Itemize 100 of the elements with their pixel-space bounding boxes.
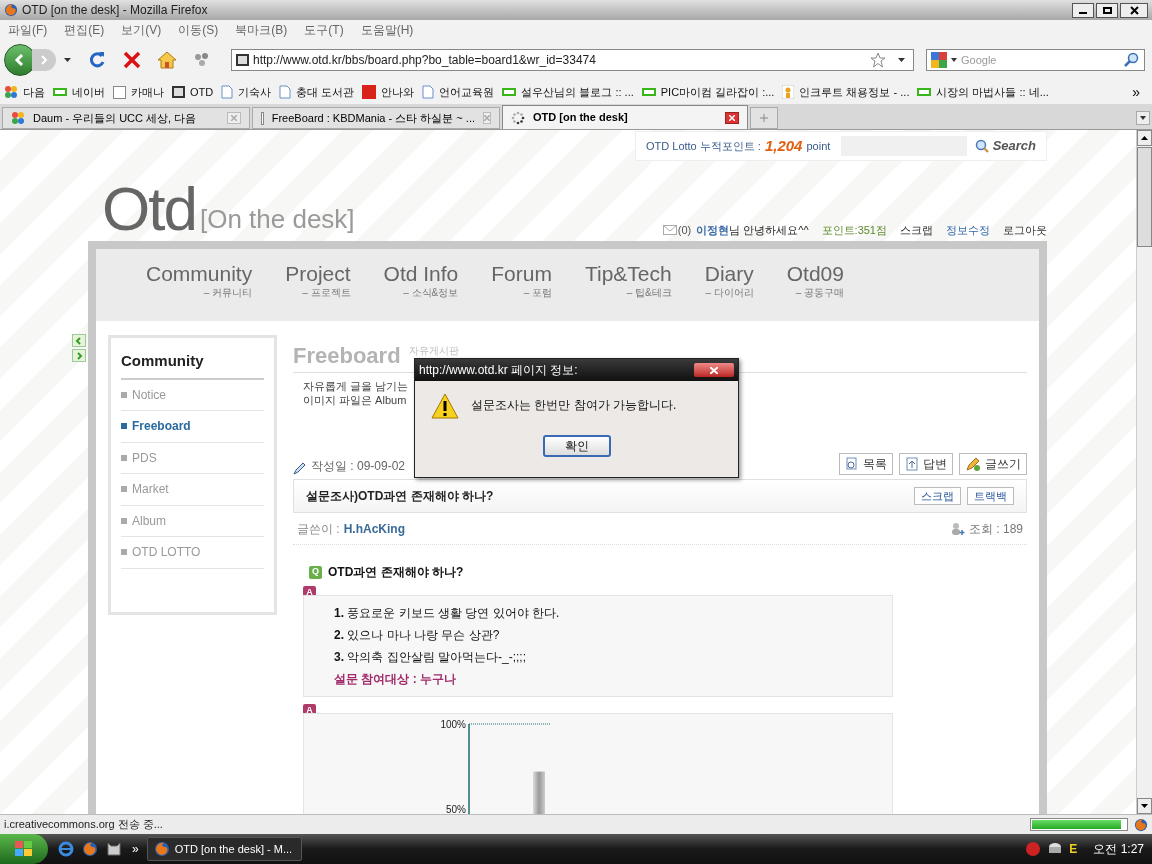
browser-e-icon[interactable] [58, 841, 74, 857]
address-bar[interactable]: http://www.otd.kr/bbs/board.php?bo_table=board1&wr_id=33474 [231, 49, 914, 71]
bookmark-link[interactable]: 안나와 [381, 83, 415, 101]
start-button[interactable] [0, 834, 48, 864]
board-title: Freeboard [293, 344, 401, 368]
firefox-icon [1134, 817, 1148, 832]
bullet-icon [121, 517, 127, 524]
tray-shield-icon[interactable] [1025, 841, 1042, 857]
user-name: 이정현 [696, 222, 730, 238]
scroll-thumb[interactable] [1137, 147, 1152, 247]
dropdown-arrow-icon[interactable] [64, 58, 71, 62]
search-input[interactable]: Google [961, 51, 1111, 69]
menu-item[interactable]: 파일(F) [8, 21, 48, 39]
board-button[interactable]: 글쓰기 [959, 453, 1027, 475]
browser-tab[interactable]: FreeBoard : KBDMania - 스타 하실분 ~ ... [252, 107, 500, 129]
nav-subtitle: – 다이어리 [705, 286, 754, 300]
bookmark-link[interactable]: 설우산님의 블로그 :: ... [521, 83, 634, 101]
quick-launch-chevron[interactable]: » [132, 840, 139, 858]
axis-tick-label: 50% [446, 804, 466, 814]
user-points: 포인트:351점 [821, 222, 887, 238]
flower-icon [4, 85, 18, 99]
menu-item[interactable]: 보기(V) [121, 21, 162, 39]
minimize-button[interactable] [1072, 2, 1094, 18]
site-icon [236, 54, 249, 66]
scroll-up-icon[interactable] [1137, 130, 1152, 146]
page-icon [279, 85, 292, 99]
task-title: OTD [on the desk] - M... [174, 841, 293, 857]
ok-button[interactable]: 확인 [542, 435, 611, 457]
survey-target: 설문 참여대상 : 누구나 [334, 671, 457, 688]
tab-list-button[interactable] [1136, 111, 1150, 125]
post-action-button[interactable]: 스크랩 [914, 487, 961, 505]
taskbar-button[interactable]: OTD [on the desk] - M... [146, 837, 302, 861]
bookmark-link[interactable]: 다음 [23, 83, 45, 101]
scroll-down-icon[interactable] [1137, 798, 1152, 814]
dialog-close-button[interactable] [694, 363, 734, 377]
menu-item[interactable]: 도움말(H) [360, 21, 414, 39]
sidebar-item[interactable]: Freeboard [121, 411, 264, 443]
tab-close-button[interactable] [725, 111, 739, 124]
bookmark-link[interactable]: 네이버 [72, 83, 105, 101]
account-link[interactable]: 정보수정 [946, 221, 990, 238]
more-bookmarks-chevron[interactable]: » [1132, 81, 1140, 103]
account-link[interactable]: 스크랩 [900, 221, 933, 238]
browser-tab[interactable]: OTD [on the desk] [502, 105, 748, 129]
board-button[interactable]: 답변 [899, 453, 953, 475]
account-link[interactable]: 로그아웃 [1003, 221, 1047, 238]
minimize-icon [1079, 11, 1087, 14]
author-name[interactable]: H.hAcKing [343, 519, 405, 538]
post-date: 작성일 : 09-09-02 [311, 458, 406, 475]
vertical-scrollbar[interactable] [1136, 130, 1152, 814]
nav-item[interactable]: Otd Info – 소식&정보 [383, 263, 459, 300]
bookmark-link[interactable]: 시장의 마법사들 :: 네... [936, 83, 1049, 101]
bookmark-link[interactable]: 기숙사 [238, 83, 272, 101]
search-icon[interactable] [1124, 52, 1140, 68]
search-field[interactable]: Google [926, 49, 1145, 71]
menu-item[interactable]: 도구(T) [304, 21, 344, 39]
upload-page-icon [905, 457, 919, 471]
board-button[interactable]: 목록 [839, 453, 893, 475]
browser-tab[interactable]: Daum - 우리들의 UCC 세상, 다음 [2, 107, 250, 129]
menu-item[interactable]: 편집(E) [64, 21, 105, 39]
nav-subtitle: – 공동구매 [795, 286, 844, 300]
nav-title: Otd Info [383, 263, 459, 285]
windows-logo-icon [15, 841, 33, 857]
bookmark-link[interactable]: 카매나 [131, 83, 164, 101]
menu-item[interactable]: 북마크(B) [235, 21, 288, 39]
bullet-icon [121, 549, 127, 556]
dropdown-arrow-icon[interactable] [951, 58, 957, 62]
maximize-button[interactable] [1096, 2, 1118, 18]
nav-item[interactable]: Tip&Tech – 팁&테크 [584, 263, 672, 300]
nav-item[interactable]: Otd09 – 공동구매 [786, 263, 844, 300]
nav-item[interactable]: Project – 프로젝트 [285, 263, 351, 300]
stop-icon[interactable] [123, 51, 141, 69]
bookmark-link[interactable]: 인크루트 채용정보 - ... [799, 83, 910, 101]
warning-icon [431, 393, 459, 419]
nav-title: Project [285, 263, 351, 285]
nav-title: Otd09 [786, 263, 844, 285]
people-icon [950, 521, 965, 536]
window-title: OTD [on the desk] - Mozilla Firefox [22, 2, 208, 19]
person-icon [782, 85, 795, 99]
close-button[interactable] [1120, 2, 1148, 18]
home-icon[interactable] [157, 51, 177, 69]
bookmark-link[interactable]: 충대 도서관 [296, 83, 355, 101]
nav-item[interactable]: Community – 커뮤니티 [146, 263, 253, 300]
bookmark-link[interactable]: 언어교육원 [439, 83, 495, 101]
survey-option: 1. 풍요로운 키보드 생활 당연 있어야 한다. [334, 602, 892, 624]
dropdown-arrow-icon[interactable] [898, 58, 905, 62]
reload-icon[interactable] [87, 50, 107, 70]
firefox-icon [82, 841, 98, 857]
greeting: 님 안녕하세요^^ [729, 222, 809, 238]
bookmark-link[interactable]: PIC마이컴 길라잡이 :... [660, 83, 775, 101]
cat-icon[interactable] [106, 841, 122, 857]
nav-item[interactable]: Diary – 다이어리 [704, 263, 754, 300]
post-action-button[interactable]: 트랙백 [967, 487, 1014, 505]
menu-item[interactable]: 이동(S) [178, 21, 219, 39]
nav-item[interactable]: Forum – 포럼 [491, 263, 552, 300]
site-search-button[interactable]: Search [974, 136, 1036, 156]
tray-label[interactable]: E [1069, 840, 1078, 858]
message-count[interactable]: (0) [677, 221, 692, 238]
star-icon[interactable] [870, 52, 886, 68]
molecule-icon[interactable] [193, 51, 211, 69]
bookmark-link[interactable]: OTD [190, 83, 214, 101]
